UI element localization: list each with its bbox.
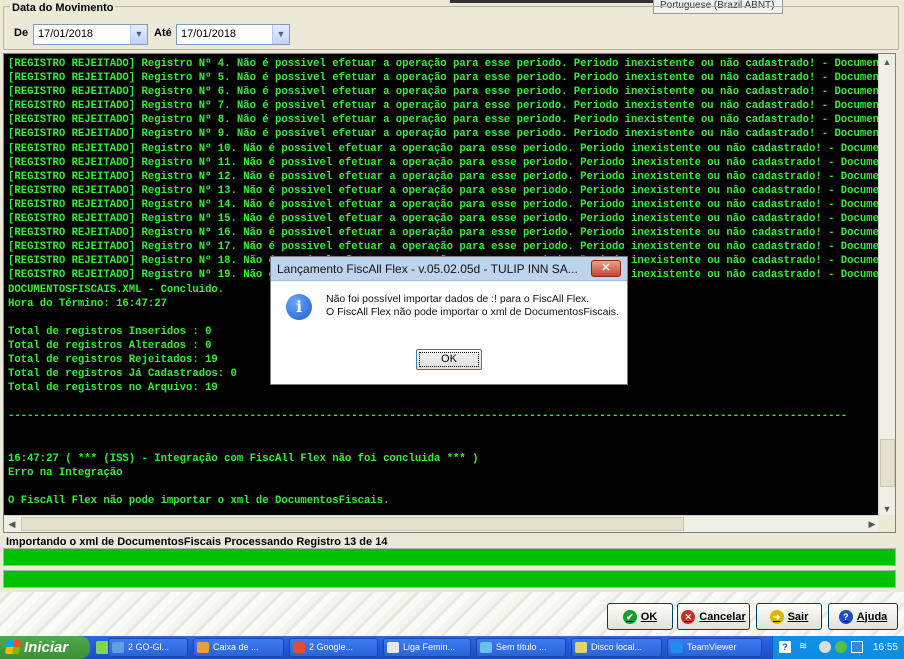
help-icon: ? — [838, 609, 853, 624]
vertical-scrollbar[interactable]: ▲ ▼ — [878, 54, 895, 517]
taskbar-item[interactable]: Sem título ... — [476, 638, 566, 657]
tray-app-icon[interactable] — [819, 641, 831, 653]
log-line: O FiscAll Flex não pode importar o xml d… — [8, 494, 390, 507]
taskbar-item[interactable]: 2 GO-Gl... — [108, 638, 188, 657]
clock[interactable]: 16:55 — [873, 636, 898, 659]
date-filter-group: Data do Movimento De 17/01/2018 ▼ Até 17… — [3, 2, 899, 50]
app-icon — [575, 642, 587, 653]
progress-bar-primary — [3, 548, 896, 566]
info-icon: i — [286, 294, 312, 320]
app-icon — [387, 642, 399, 653]
language-bar — [450, 0, 653, 3]
log-line: 16:47:27 ( *** (ISS) - Integração com Fi… — [8, 452, 479, 465]
to-date-picker[interactable]: 17/01/2018 ▼ — [176, 24, 290, 45]
horizontal-scrollbar[interactable]: ◀ ▶ — [4, 515, 880, 532]
from-date-value: 17/01/2018 — [38, 28, 94, 40]
antivirus-icon[interactable] — [835, 641, 847, 653]
app-icon — [480, 642, 492, 653]
app-icon — [671, 642, 683, 653]
dialog-message-line2: O FiscAll Flex não pode importar o xml d… — [326, 306, 619, 318]
from-label: De — [14, 27, 29, 39]
taskbar-item-label: Liga Femin... — [403, 642, 456, 652]
cancel-button-label: Cancelar — [699, 610, 746, 623]
system-tray: ? ≋ 16:55 — [772, 636, 904, 659]
taskbar-item-label: TeamViewer — [687, 642, 737, 652]
dialog-message: Não foi possível importar dados de :! pa… — [326, 293, 619, 319]
date-filter-title: Data do Movimento — [10, 2, 116, 14]
log-line: Erro na Integração — [8, 466, 123, 479]
app-window: Portuguese (Brazil ABNT) Data do Movimen… — [0, 0, 904, 636]
vertical-scroll-thumb[interactable] — [880, 439, 895, 487]
start-button-label: Iniciar — [24, 639, 69, 656]
from-date-picker[interactable]: 17/01/2018 ▼ — [33, 24, 148, 45]
log-line: [REGISTRO REJEITADO] Registro Nº 5. Não … — [8, 72, 880, 85]
check-icon: ✔ — [622, 609, 637, 624]
taskbar-item-label: 2 GO-Gl... — [128, 642, 170, 652]
log-line: [REGISTRO REJEITADO] Registro Nº 4. Não … — [8, 58, 880, 70]
help-tray-icon[interactable]: ? — [779, 641, 791, 653]
taskbar-item[interactable]: Liga Femin... — [383, 638, 471, 657]
log-line: [REGISTRO REJEITADO] Registro Nº 16. Não… — [8, 227, 880, 240]
exit-button-label: Sair — [787, 610, 809, 623]
exit-button[interactable]: ➜ Sair — [756, 603, 822, 630]
app-icon — [293, 642, 305, 653]
chevron-down-icon[interactable]: ▼ — [130, 25, 147, 44]
taskbar-item[interactable]: 2 Google... — [289, 638, 378, 657]
log-line: [REGISTRO REJEITADO] Registro Nº 10. Não… — [8, 142, 880, 155]
error-dialog: Lançamento FiscAll Flex - v.05.02.05d - … — [270, 256, 628, 385]
log-line: ----------------------------------------… — [8, 410, 848, 423]
scroll-up-icon[interactable]: ▲ — [879, 54, 895, 70]
log-line: [REGISTRO REJEITADO] Registro Nº 11. Não… — [8, 156, 880, 169]
cancel-icon: ✕ — [681, 609, 696, 624]
taskbar-item[interactable]: TeamViewer — [667, 638, 762, 657]
log-line: [REGISTRO REJEITADO] Registro Nº 9. Não … — [8, 128, 880, 141]
computer-icon[interactable] — [851, 641, 863, 653]
horizontal-scroll-thumb[interactable] — [21, 517, 684, 531]
help-button[interactable]: ? Ajuda — [828, 603, 898, 630]
dialog-body: i Não foi possível importar dados de :! … — [271, 282, 627, 384]
taskbar-item-label: Disco local... — [591, 642, 643, 652]
app-icon — [197, 642, 209, 653]
log-line: [REGISTRO REJEITADO] Registro Nº 6. Não … — [8, 86, 880, 99]
taskbar-item-label: 2 Google... — [309, 642, 354, 652]
start-button[interactable]: Iniciar — [0, 636, 90, 659]
chevron-down-icon[interactable]: ▼ — [272, 25, 289, 44]
scroll-left-icon[interactable]: ◀ — [4, 516, 20, 532]
log-line: [REGISTRO REJEITADO] Registro Nº 8. Não … — [8, 114, 880, 127]
cancel-button[interactable]: ✕ Cancelar — [677, 603, 750, 630]
to-date-value: 17/01/2018 — [181, 28, 237, 40]
log-line: [REGISTRO REJEITADO] Registro Nº 14. Não… — [8, 198, 880, 211]
dialog-title: Lançamento FiscAll Flex - v.05.02.05d - … — [271, 257, 627, 281]
progress-bar-secondary — [3, 570, 896, 588]
exit-icon: ➜ — [769, 609, 784, 624]
log-line: [REGISTRO REJEITADO] Registro Nº 7. Não … — [8, 100, 880, 113]
log-line: [REGISTRO REJEITADO] Registro Nº 17. Não… — [8, 241, 880, 254]
taskbar: Iniciar 2 GO-Gl... Caixa de ... 2 Google..… — [0, 636, 904, 659]
dialog-ok-button[interactable]: OK — [416, 349, 482, 370]
status-text: Importando o xml de DocumentosFiscais Pr… — [6, 536, 388, 548]
app-icon — [112, 642, 124, 653]
taskbar-item-label: Caixa de ... — [213, 642, 259, 652]
ok-button-label: OK — [640, 610, 658, 623]
windows-logo-icon — [5, 640, 21, 654]
scroll-corner — [878, 515, 895, 532]
log-line: [REGISTRO REJEITADO] Registro Nº 15. Não… — [8, 213, 880, 226]
taskbar-item-label: Sem título ... — [496, 642, 547, 652]
network-icon[interactable]: ≋ — [799, 641, 811, 653]
taskbar-item[interactable]: Disco local... — [571, 638, 662, 657]
log-line: [REGISTRO REJEITADO] Registro Nº 12. Não… — [8, 170, 880, 183]
dialog-close-button[interactable]: ✕ — [591, 260, 621, 277]
dialog-message-line1: Não foi possível importar dados de :! pa… — [326, 293, 590, 305]
log-line: [REGISTRO REJEITADO] Registro Nº 13. Não… — [8, 184, 880, 197]
help-button-label: Ajuda — [856, 610, 888, 623]
to-label: Até — [154, 27, 172, 39]
ok-button[interactable]: ✔ OK — [607, 603, 673, 630]
taskbar-item[interactable]: Caixa de ... — [193, 638, 284, 657]
